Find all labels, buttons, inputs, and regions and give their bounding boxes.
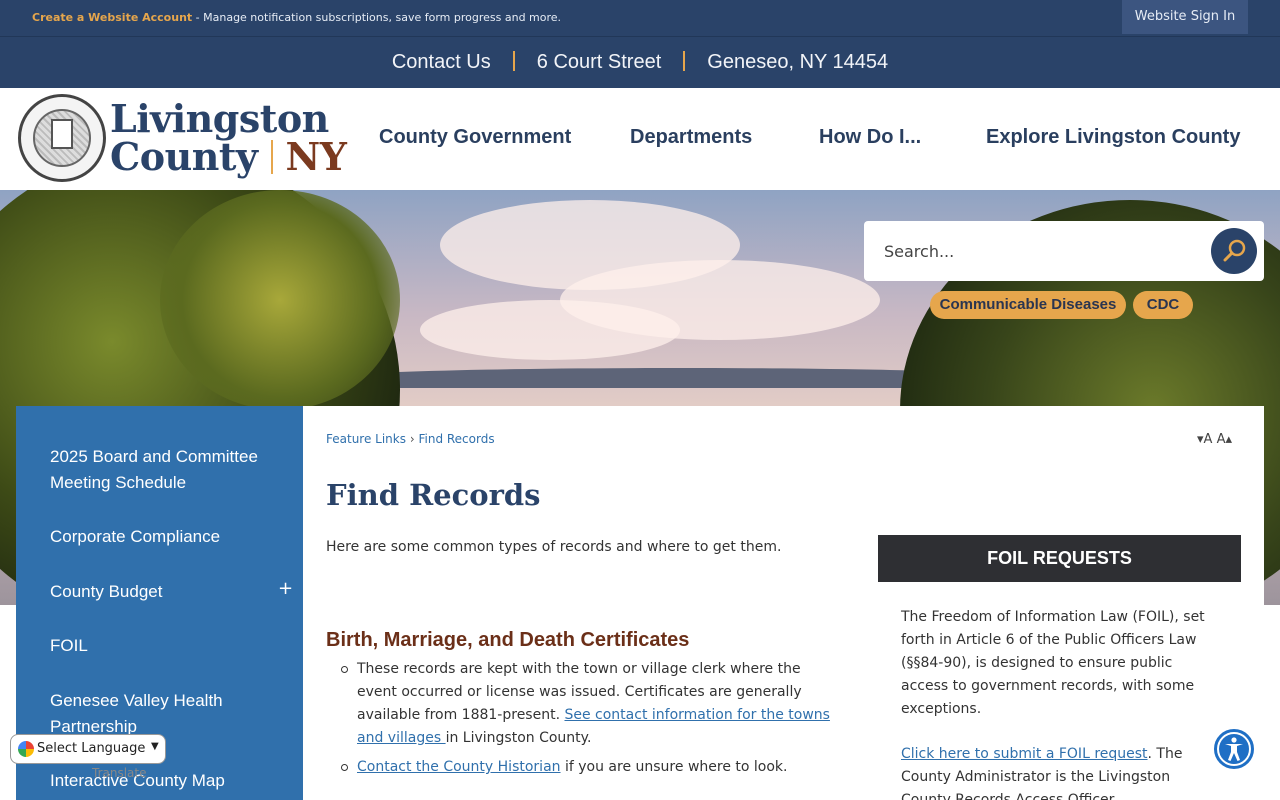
foil-requests-body: The Freedom of Information Law (FOIL), s… [901, 606, 1221, 800]
contact-separator [683, 51, 686, 71]
brand-state: NY [285, 134, 347, 179]
street-address: 6 Court Street [536, 51, 662, 73]
foil-requests-heading: FOIL REQUESTS [878, 535, 1241, 582]
breadcrumb-current[interactable]: Find Records [418, 432, 494, 446]
brand-divider [271, 140, 274, 174]
sidebar-item-board-meeting-schedule[interactable]: 2025 Board and Committee Meeting Schedul… [50, 444, 280, 496]
font-size-controls: ▾A A▴ [1197, 432, 1232, 447]
foil-description: The Freedom of Information Law (FOIL), s… [901, 609, 1205, 717]
foil-submit-paragraph: Click here to submit a FOIL request. The… [901, 743, 1221, 800]
breadcrumb-parent-link[interactable]: Feature Links [326, 432, 406, 446]
list-item-tail: in Livingston County. [445, 730, 592, 746]
seal-building-icon [51, 119, 73, 149]
decrease-font-button[interactable]: ▾A [1197, 432, 1212, 447]
nav-how-do-i[interactable]: How Do I... [819, 126, 921, 149]
brand-line-2[interactable]: County NY [110, 134, 347, 179]
section-title: Birth, Marriage, and Death Certificates [326, 629, 690, 651]
breadcrumb-separator: › [409, 432, 415, 446]
chevron-down-icon: ▼ [151, 741, 159, 752]
quick-link-communicable-diseases[interactable]: Communicable Diseases [930, 291, 1126, 319]
expand-county-budget-icon[interactable]: + [278, 578, 293, 599]
city-address: Geneseo, NY 14454 [707, 51, 889, 73]
quick-link-cdc[interactable]: CDC [1133, 291, 1193, 319]
google-icon [18, 741, 34, 757]
contact-separator [512, 51, 515, 71]
search-button[interactable] [1211, 228, 1257, 274]
language-select[interactable]: Select Language ▼ [10, 734, 166, 764]
page-intro: Here are some common types of records an… [326, 539, 782, 555]
nav-county-government[interactable]: County Government [379, 126, 571, 149]
utility-bar: Create a Website Account - Manage notifi… [0, 0, 1280, 36]
search-box: Search... [864, 221, 1264, 281]
county-historian-link[interactable]: Contact the County Historian [357, 759, 561, 775]
cloud [420, 300, 680, 360]
contact-us-link[interactable]: Contact Us [392, 51, 491, 73]
site-header: Livingston County NY County Government De… [0, 88, 1280, 190]
contact-bar: Contact Us 6 Court Street Geneseo, NY 1445… [0, 36, 1280, 88]
language-select-label: Select Language [37, 741, 146, 756]
increase-font-button[interactable]: A▴ [1217, 432, 1232, 447]
create-account-link[interactable]: Create a Website Account [32, 11, 192, 24]
search-icon [1223, 239, 1246, 262]
breadcrumb: Feature Links › Find Records [326, 432, 495, 446]
website-sign-in-button[interactable]: Website Sign In [1122, 0, 1248, 34]
sidebar-item-genesee-valley-health[interactable]: Genesee Valley Health Partnership [50, 688, 280, 740]
records-list: These records are kept with the town or … [341, 658, 841, 785]
create-account-description: - Manage notification subscriptions, sav… [192, 11, 562, 24]
search-input[interactable]: Search... [884, 242, 954, 261]
list-item: These records are kept with the town or … [341, 658, 841, 750]
accessibility-icon [1217, 732, 1251, 766]
accessibility-button[interactable] [1212, 727, 1256, 771]
county-seal-logo[interactable] [18, 94, 106, 182]
translate-powered-by: Translate [92, 766, 147, 780]
list-item-tail: if you are unsure where to look. [560, 759, 788, 775]
main-content: Feature Links › Find Records ▾A A▴ Find … [303, 406, 1264, 800]
sidebar-item-county-budget[interactable]: County Budget [50, 579, 280, 605]
page-title: Find Records [326, 478, 541, 512]
sidebar-item-corporate-compliance[interactable]: Corporate Compliance [50, 524, 280, 550]
nav-explore-livingston-county[interactable]: Explore Livingston County [986, 126, 1240, 149]
submit-foil-request-link[interactable]: Click here to submit a FOIL request [901, 746, 1148, 762]
nav-departments[interactable]: Departments [630, 126, 752, 149]
sidebar-item-foil[interactable]: FOIL [50, 633, 280, 659]
sidebar-item-interactive-county-map[interactable]: Interactive County Map [50, 768, 280, 794]
brand-county: County [110, 134, 258, 179]
account-promo: Create a Website Account - Manage notifi… [32, 11, 561, 24]
left-tree-foliage [160, 190, 400, 410]
list-item: Contact the County Historian if you are … [341, 756, 841, 779]
